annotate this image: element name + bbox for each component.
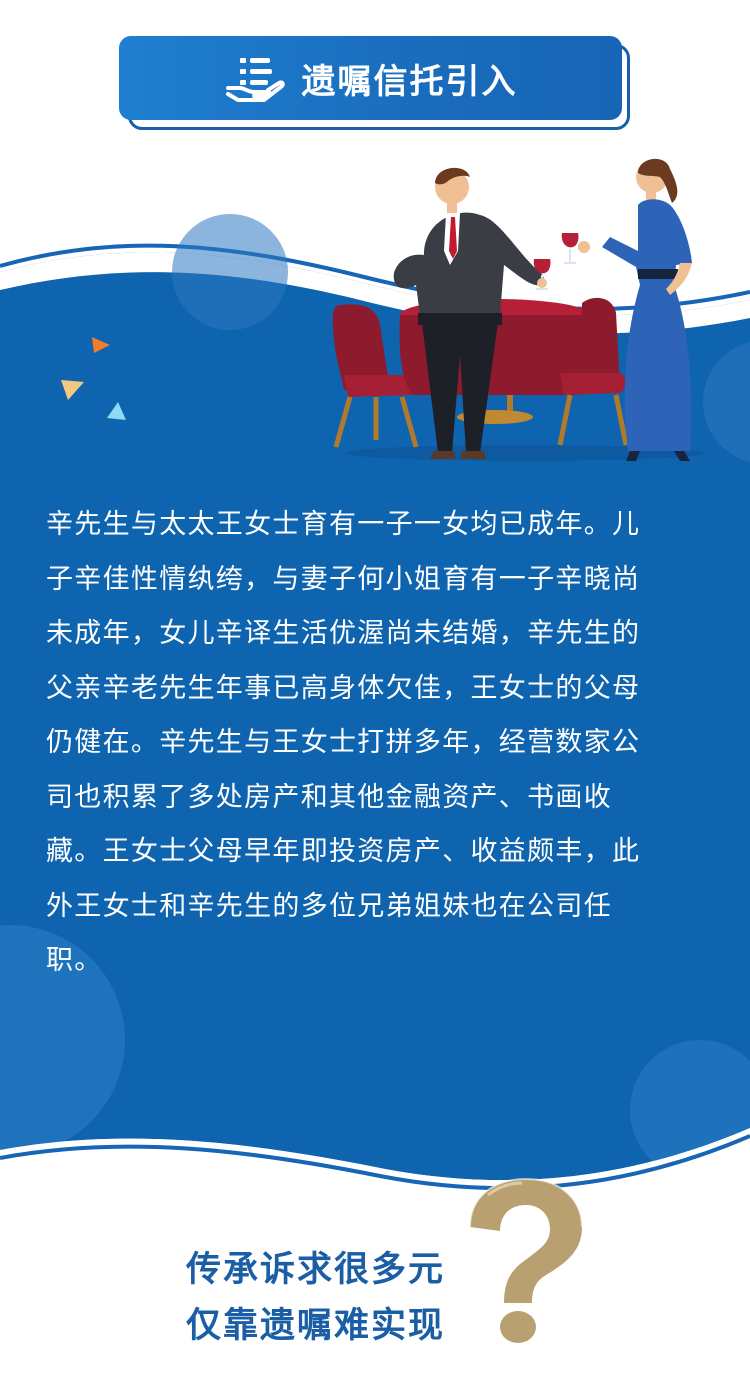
- page-title: 遗嘱信托引入: [301, 61, 518, 102]
- slogan-line-2: 仅靠遗嘱难实现: [186, 1306, 446, 1346]
- story-line: 藏。王女士父母早年即投资房产、收益颇丰，此: [46, 836, 641, 867]
- story-paragraph: 辛先生与太太王女士育有一子一女均已成年。儿 子辛佳性情纨绔，与妻子何小姐育有一子…: [46, 498, 708, 989]
- story-line: 外王女士和辛先生的多位兄弟姐妹也在公司任: [46, 890, 612, 922]
- story-line: 仍健在。辛先生与王女士打拼多年，经营数家公: [46, 727, 641, 758]
- slogan-line-1: 传承诉求很多元: [186, 1250, 446, 1290]
- triangle-orange-icon: [92, 337, 110, 353]
- story-line: 司也积累了多处房产和其他金融资产、书画收: [46, 781, 612, 813]
- triangle-yellow-icon: [61, 380, 84, 400]
- page: 遗嘱信托引入 辛先生与太太王女士育有一子一女均已成年。儿 子辛佳性情纨绔，与妻子…: [0, 0, 750, 1397]
- header-badge: 遗嘱信托引入: [119, 36, 622, 120]
- hand-list-icon: [225, 58, 285, 102]
- triangle-cyan-icon: [107, 402, 126, 420]
- story-line: 职。: [46, 945, 103, 976]
- story-line: 子辛佳性情纨绔，与妻子何小姐育有一子辛晓尚: [46, 563, 641, 595]
- story-line: 未成年，女儿辛译生活优渥尚未结婚，辛先生的: [46, 618, 641, 649]
- couple-toasting-wine-icon: [332, 158, 705, 461]
- slogan: 传承诉求很多元 仅靠遗嘱难实现: [186, 1242, 445, 1354]
- story-line: 辛先生与太太王女士育有一子一女均已成年。儿: [46, 509, 641, 540]
- story-line: 父亲辛老先生年事已高身体欠佳，王女士的父母: [46, 672, 641, 704]
- question-mark-icon: [469, 1177, 583, 1343]
